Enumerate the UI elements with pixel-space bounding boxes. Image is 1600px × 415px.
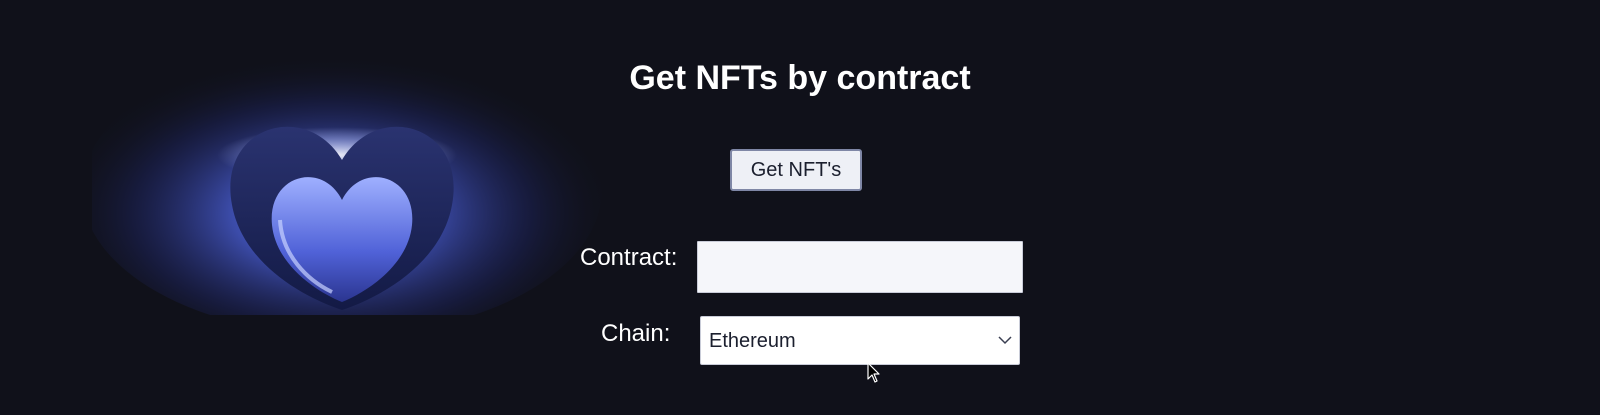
chevron-down-icon (998, 336, 1012, 345)
chain-select-value: Ethereum (709, 330, 796, 352)
page-title: Get NFTs by contract (629, 59, 971, 97)
mouse-cursor-icon (867, 362, 880, 383)
app-root: Get NFTs by contract Get NFT's Contract:… (0, 0, 1600, 415)
contract-input[interactable] (697, 241, 1023, 293)
chain-label: Chain: (601, 320, 671, 347)
contract-label: Contract: (580, 244, 678, 271)
get-nfts-button[interactable]: Get NFT's (730, 149, 862, 191)
chain-select[interactable]: Ethereum (700, 316, 1020, 365)
